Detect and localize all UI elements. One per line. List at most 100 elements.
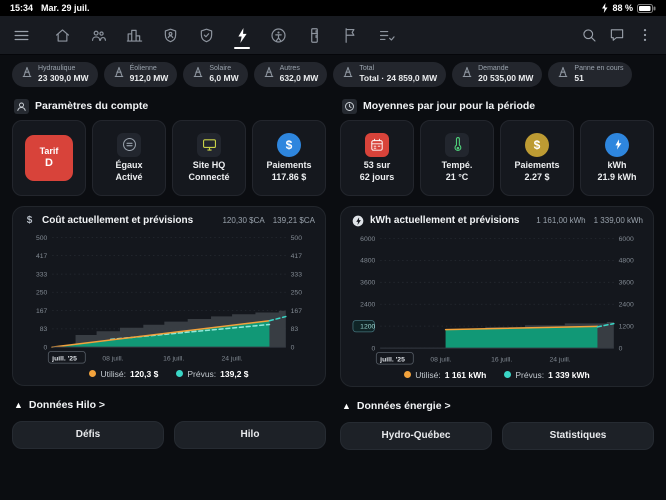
tab-accessibility[interactable] [261, 19, 295, 51]
chip-hydraulique[interactable]: Hydraulique23 309,0 MW [12, 62, 98, 87]
screen: 15:34 Mar. 29 juil. 88 % Hydraulique23 3… [0, 0, 666, 450]
svg-text:16 juill.: 16 juill. [491, 356, 512, 363]
tab-fridge[interactable] [297, 19, 331, 51]
svg-text:3600: 3600 [360, 279, 375, 286]
cost-chart-title: Coût actuellement et prévisions [42, 215, 216, 226]
chip-autres[interactable]: Autres632,0 MW [254, 62, 328, 87]
svg-text:0: 0 [619, 345, 623, 352]
power-source-icon [113, 65, 125, 83]
chip-demande[interactable]: Demande20 535,00 MW [452, 62, 542, 87]
payments-card[interactable]: $ Paiements 117.86 $ [252, 120, 326, 196]
cost-chart-card: $ Coût actuellement et prévisions 120,30… [12, 206, 326, 386]
tab-shield-check[interactable] [189, 19, 223, 51]
svg-text:4800: 4800 [619, 257, 634, 264]
hilo-button[interactable]: Hilo [174, 421, 326, 449]
cost-current: 120,30 $CA [222, 216, 264, 225]
card-line2: 117.86 $ [272, 172, 307, 183]
card-line2: Activé [115, 172, 142, 183]
hydro-quebec-button[interactable]: Hydro-Québec [340, 422, 492, 450]
svg-text:2400: 2400 [360, 301, 375, 308]
nav-tabs [45, 19, 576, 51]
days-card[interactable]: 53 sur 62 jours [340, 120, 414, 196]
legend-item: Utilisé: 1 161 kWh [404, 370, 486, 380]
chip-solaire[interactable]: Solaire6,0 MW [183, 62, 247, 87]
tab-shield-person[interactable] [153, 19, 187, 51]
dollar-circle-icon: $ [277, 133, 301, 157]
battery-percent: 88 % [612, 3, 633, 13]
hilo-section-title: Données Hilo > [29, 399, 105, 411]
svg-text:167: 167 [36, 307, 48, 314]
chip--olienne[interactable]: Éolienne912,0 MW [104, 62, 178, 87]
svg-text:juill. '25: juill. '25 [51, 355, 77, 362]
chat-button[interactable] [604, 22, 630, 48]
temperature-card[interactable]: Tempé. 21 °C [420, 120, 494, 196]
power-source-icon [263, 65, 275, 83]
cost-chart: 008383167167250250333333417417500500juil… [23, 228, 315, 366]
chip-value: 20 535,00 MW [478, 73, 533, 83]
thermometer-icon [445, 133, 469, 157]
svg-text:500: 500 [291, 234, 303, 241]
bolt-circle-icon [605, 133, 629, 157]
tab-people[interactable] [81, 19, 115, 51]
menu-button[interactable] [8, 22, 35, 49]
kwh-chart-values: 1 161,00 kWh 1 339,00 kWh [536, 216, 643, 225]
battery-icon [637, 4, 656, 13]
power-source-icon [461, 65, 473, 83]
dollar-icon: $ [23, 215, 36, 226]
svg-text:0: 0 [44, 344, 48, 351]
charging-icon [601, 3, 608, 13]
cost-chart-header: $ Coût actuellement et prévisions 120,30… [23, 215, 315, 226]
kwh-chart-header: kWh actuellement et prévisions 1 161,00 … [351, 215, 643, 227]
card-line1: Tempé. [442, 160, 473, 171]
tariff-label: Tarif [40, 146, 59, 156]
dashboard: Paramètres du compte Tarif D Égaux Activ… [0, 89, 666, 450]
chip-label: Autres [280, 65, 319, 73]
kwh-chart-title: kWh actuellement et prévisions [370, 215, 530, 226]
chip-label: Hydraulique [38, 65, 89, 73]
chip-value: 912,0 MW [130, 73, 169, 83]
hilo-section-header[interactable]: ▲ Données Hilo > [14, 399, 324, 411]
svg-text:1200: 1200 [360, 323, 375, 330]
card-line1: Paiements [514, 160, 559, 171]
avg-kwh-card[interactable]: kWh 21.9 kWh [580, 120, 654, 196]
chip-total[interactable]: TotalTotal · 24 859,0 MW [333, 62, 446, 87]
legend-item: Prévus: 139,2 $ [176, 369, 248, 379]
chip-label: Panne en cours [574, 65, 623, 73]
tariff-card[interactable]: Tarif D [12, 120, 86, 196]
hq-site-card[interactable]: Site HQ Connecté [172, 120, 246, 196]
svg-text:500: 500 [36, 234, 48, 241]
tab-home[interactable] [45, 19, 79, 51]
avg-payments-card[interactable]: $ Paiements 2.27 $ [500, 120, 574, 196]
tab-flag[interactable] [333, 19, 367, 51]
card-line1: Site HQ [193, 160, 226, 171]
card-line2: 21 °C [446, 172, 469, 183]
tab-bolt[interactable] [225, 19, 259, 51]
chip-label: Solaire [209, 65, 238, 73]
card-line1: Paiements [266, 160, 311, 171]
equal-payments-card[interactable]: Égaux Activé [92, 120, 166, 196]
more-button[interactable] [632, 22, 658, 48]
card-line2: 62 jours [360, 172, 395, 183]
svg-text:08 juill.: 08 juill. [430, 356, 451, 363]
tariff-value: D [45, 157, 53, 169]
tab-city[interactable] [117, 19, 151, 51]
energy-section-header[interactable]: ▲ Données énergie > [342, 400, 652, 412]
cost-chart-legend: Utilisé: 120,3 $Prévus: 139,2 $ [23, 366, 315, 381]
calendar-icon [365, 133, 389, 157]
search-button[interactable] [576, 22, 602, 48]
svg-text:2400: 2400 [619, 301, 634, 308]
chip-panne-en-cours[interactable]: Panne en cours51 [548, 62, 632, 87]
chip-value: 632,0 MW [280, 73, 319, 83]
svg-text:juill. '25: juill. '25 [379, 356, 405, 363]
defis-button[interactable]: Défis [12, 421, 164, 449]
cost-forecast: 139,21 $CA [273, 216, 315, 225]
nav-actions [576, 22, 658, 48]
svg-text:3600: 3600 [619, 279, 634, 286]
tab-checklist[interactable] [369, 19, 403, 51]
statistiques-button[interactable]: Statistiques [502, 422, 654, 450]
dollar-circle-icon: $ [525, 133, 549, 157]
svg-text:250: 250 [36, 289, 48, 296]
card-line1: 53 sur [364, 160, 391, 171]
svg-text:16 juill.: 16 juill. [163, 355, 184, 362]
source-chips: Hydraulique23 309,0 MWÉolienne912,0 MWSo… [0, 55, 666, 89]
